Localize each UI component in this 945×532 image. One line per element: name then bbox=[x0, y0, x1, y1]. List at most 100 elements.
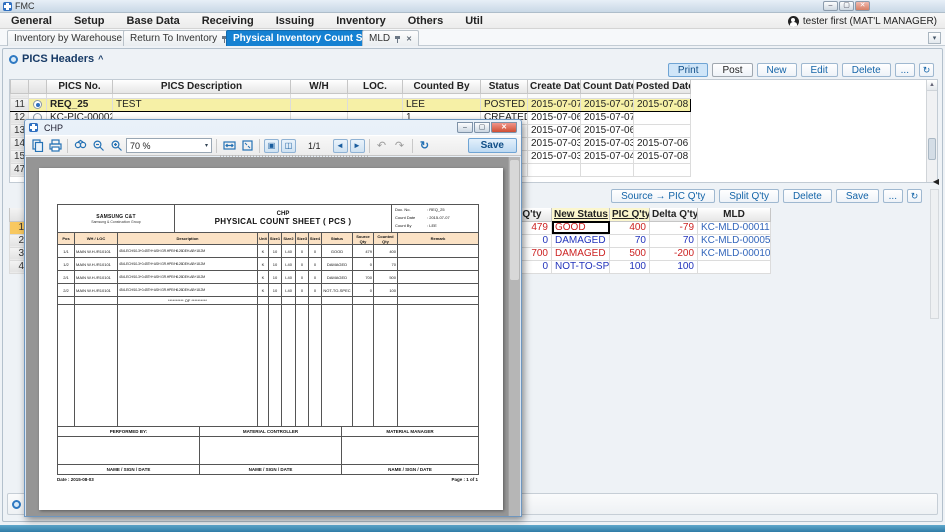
menu-setup[interactable]: Setup bbox=[63, 15, 116, 27]
single-page-icon[interactable]: ▣ bbox=[264, 139, 279, 153]
cell-count-date[interactable]: 2015-07-07 bbox=[581, 111, 634, 124]
cell-desc[interactable]: TEST bbox=[113, 98, 291, 111]
refresh-preview-icon[interactable]: ↻ bbox=[417, 138, 433, 154]
fit-width-icon[interactable] bbox=[221, 138, 237, 154]
cell-delta-qty[interactable]: 100 bbox=[650, 260, 698, 273]
zoom-level-select[interactable]: 70 % ▾ bbox=[126, 138, 212, 153]
popup-titlebar[interactable]: CHP – ▢ ✕ bbox=[25, 120, 521, 135]
cell-count-date[interactable]: 2015-07-04 bbox=[581, 150, 634, 163]
cell-pic-qty[interactable]: 100 bbox=[610, 260, 650, 273]
cell-status[interactable]: POSTED bbox=[481, 98, 528, 111]
zoom-out-icon[interactable] bbox=[90, 138, 106, 154]
cell-new-status[interactable]: DAMAGED bbox=[552, 247, 610, 260]
preview-scrollbar[interactable] bbox=[508, 157, 520, 516]
cell-create-date[interactable]: 2015-07-06 bbox=[528, 124, 581, 137]
window-minimize-button[interactable]: – bbox=[823, 1, 838, 11]
col-loc[interactable]: LOC. bbox=[348, 80, 403, 93]
pics-headers-section-header[interactable]: PICS Headers ^ bbox=[9, 53, 103, 65]
cell-delta-qty[interactable]: 70 bbox=[650, 234, 698, 247]
col-posted-date[interactable]: Posted Date bbox=[634, 80, 691, 93]
rotate-right-icon[interactable]: ↷ bbox=[392, 138, 408, 154]
window-maximize-button[interactable]: ▢ bbox=[839, 1, 854, 11]
scrollbar-thumb[interactable] bbox=[928, 138, 936, 160]
scrollbar-thumb[interactable] bbox=[510, 160, 519, 280]
new-button[interactable]: New bbox=[757, 63, 797, 77]
cell-mld-link[interactable] bbox=[698, 260, 771, 273]
cell-new-status[interactable]: DAMAGED bbox=[552, 234, 610, 247]
cell-create-date[interactable]: 2015-07-03 bbox=[528, 150, 581, 163]
details-collapse-icon[interactable]: ◀ bbox=[933, 177, 939, 186]
next-page-icon[interactable]: ► bbox=[350, 139, 365, 153]
col-create-date[interactable]: Create Date bbox=[528, 80, 581, 93]
cell-posted-date[interactable]: 2015-07-06 bbox=[634, 137, 691, 150]
menu-general[interactable]: General bbox=[0, 15, 63, 27]
popup-save-button[interactable]: Save bbox=[468, 138, 517, 153]
popup-minimize-button[interactable]: – bbox=[457, 122, 473, 133]
col-counted-by[interactable]: Counted By bbox=[403, 80, 481, 93]
cell-posted-date[interactable] bbox=[634, 111, 691, 124]
cell-count-date[interactable]: 2015-07-03 bbox=[581, 137, 634, 150]
menu-issuing[interactable]: Issuing bbox=[265, 15, 326, 27]
detail-refresh-icon[interactable]: ↻ bbox=[907, 189, 922, 203]
menu-receiving[interactable]: Receiving bbox=[191, 15, 265, 27]
popup-close-button[interactable]: ✕ bbox=[491, 122, 517, 133]
cell-pics-no[interactable]: REQ_25 bbox=[47, 98, 113, 111]
delete-button[interactable]: Delete bbox=[842, 63, 891, 77]
cell-create-date[interactable] bbox=[528, 163, 581, 176]
tab-mld[interactable]: MLD ✕ bbox=[362, 30, 419, 46]
menu-util[interactable]: Util bbox=[454, 15, 494, 27]
split-qty-button[interactable]: Split Q'ty bbox=[719, 189, 779, 203]
cell-new-status[interactable]: GOOD bbox=[552, 221, 610, 234]
print-button[interactable]: Print bbox=[668, 63, 709, 77]
cell-loc[interactable] bbox=[348, 98, 403, 111]
table-row[interactable]: 11 REQ_25 TEST LEE POSTED 2015-07-07 201… bbox=[11, 98, 691, 111]
cell-pic-qty[interactable]: 400 bbox=[610, 221, 650, 234]
cell-pic-qty[interactable]: 500 bbox=[610, 247, 650, 260]
cell-create-date[interactable]: 2015-07-06 bbox=[528, 111, 581, 124]
tab-overflow-button[interactable]: ▾ bbox=[928, 32, 941, 44]
detail-more-button[interactable]: ... bbox=[883, 189, 903, 203]
cell-create-date[interactable]: 2015-07-07 bbox=[528, 98, 581, 111]
cell-mld-link[interactable]: KC-MLD-00005 bbox=[698, 234, 771, 247]
collapse-caret-icon[interactable]: ^ bbox=[98, 54, 103, 64]
rotate-left-icon[interactable]: ↶ bbox=[374, 138, 390, 154]
print-icon[interactable] bbox=[47, 138, 63, 154]
menu-inventory[interactable]: Inventory bbox=[325, 15, 397, 27]
cell-wh[interactable] bbox=[291, 98, 348, 111]
cell-posted-date[interactable] bbox=[634, 163, 691, 176]
col-pic-qty[interactable]: PIC Q'ty bbox=[610, 208, 650, 221]
cell-posted-date[interactable] bbox=[634, 124, 691, 137]
zoom-in-icon[interactable] bbox=[108, 138, 124, 154]
source-to-pic-qty-button[interactable]: Source → PIC Q'ty bbox=[611, 189, 715, 203]
export-copy-icon[interactable] bbox=[29, 138, 45, 154]
col-new-status[interactable]: New Status bbox=[552, 208, 610, 221]
window-close-button[interactable]: ✕ bbox=[855, 1, 870, 11]
cell-delta-qty[interactable]: -200 bbox=[650, 247, 698, 260]
cell-pic-qty[interactable]: 70 bbox=[610, 234, 650, 247]
detail-delete-button[interactable]: Delete bbox=[783, 189, 832, 203]
cell-count-date[interactable] bbox=[581, 163, 634, 176]
pin-icon[interactable] bbox=[394, 35, 402, 43]
cell-create-date[interactable]: 2015-07-03 bbox=[528, 137, 581, 150]
col-status[interactable]: Status bbox=[481, 80, 528, 93]
cell-posted-date[interactable]: 2015-07-08 bbox=[634, 150, 691, 163]
facing-pages-icon[interactable]: ◫ bbox=[281, 139, 296, 153]
cell-counted-by[interactable]: LEE bbox=[403, 98, 481, 111]
row-radio-selected[interactable] bbox=[33, 100, 42, 109]
headers-grid-scrollbar[interactable]: ▲ bbox=[926, 80, 937, 182]
popup-maximize-button[interactable]: ▢ bbox=[474, 122, 490, 133]
previous-page-icon[interactable]: ◄ bbox=[333, 139, 348, 153]
detail-save-button[interactable]: Save bbox=[836, 189, 879, 203]
cell-mld-link[interactable]: KC-MLD-00011 bbox=[698, 221, 771, 234]
col-count-date[interactable]: Count Date bbox=[581, 80, 634, 93]
cell-posted-date[interactable]: 2015-07-08 bbox=[634, 98, 691, 111]
cell-delta-qty[interactable]: -79 bbox=[650, 221, 698, 234]
close-tab-icon[interactable]: ✕ bbox=[406, 35, 412, 43]
col-mld[interactable]: MLD bbox=[698, 208, 771, 221]
details-scrollbar[interactable] bbox=[930, 189, 939, 319]
edit-button[interactable]: Edit bbox=[801, 63, 838, 77]
more-button[interactable]: ... bbox=[895, 63, 915, 77]
cell-count-date[interactable]: 2015-07-06 bbox=[581, 124, 634, 137]
scroll-up-icon[interactable]: ▲ bbox=[927, 80, 937, 91]
col-pics-description[interactable]: PICS Description bbox=[113, 80, 291, 93]
